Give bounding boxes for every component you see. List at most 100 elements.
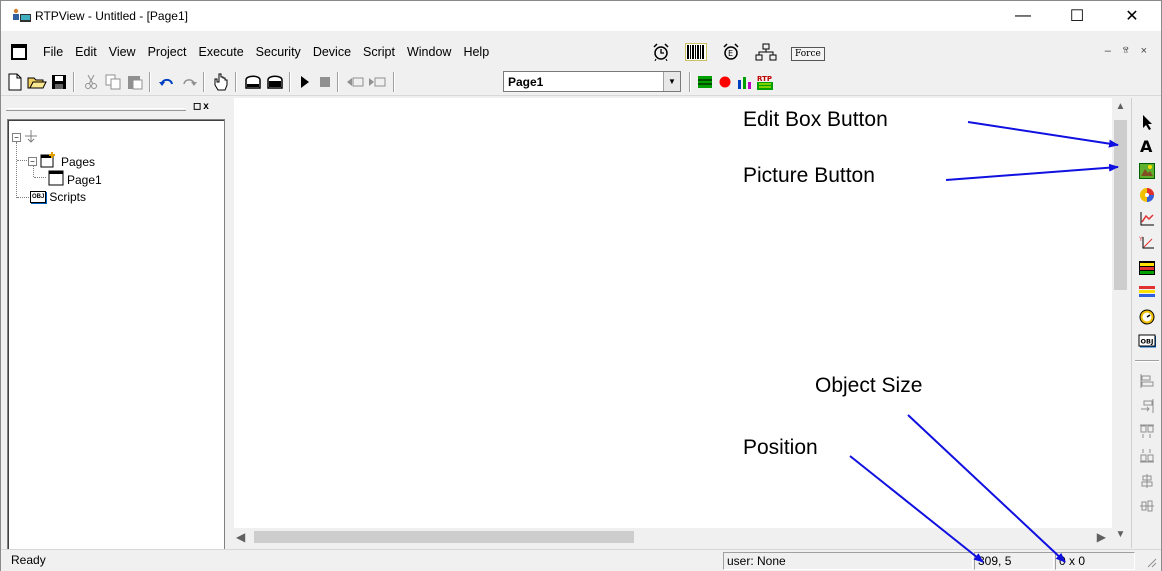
run-icon[interactable] [295,72,315,92]
toolbar-separator [235,72,237,92]
open-folder-icon[interactable] [27,72,47,92]
tree-pane-header: ◻x [6,101,226,117]
save-icon[interactable] [49,72,69,92]
align-left-icon[interactable] [1136,370,1158,392]
palette-separator [1135,360,1159,362]
color-wheel-icon[interactable] [1136,184,1158,206]
menu-edit[interactable]: Edit [69,45,103,59]
toolbar-separator [393,72,395,92]
scroll-up-icon[interactable]: ▲ [1112,98,1129,115]
picture-icon[interactable] [1136,160,1158,182]
menu-help[interactable]: Help [457,45,495,59]
alarm-clock-icon[interactable] [651,43,671,64]
tree-label-scripts: Scripts [49,190,87,204]
gauge-icon[interactable] [1136,306,1158,328]
collapse-icon[interactable]: − [12,133,21,142]
scroll-left-icon[interactable]: ◀ [236,528,245,546]
align-right-icon[interactable] [1136,395,1158,417]
tree-root[interactable]: − [12,129,38,146]
rtpview-app-icon [11,8,31,24]
network-icon[interactable] [755,43,777,64]
resize-grip-icon[interactable] [1145,556,1157,571]
minimize-icon: — [1015,7,1031,24]
align-bottom-icon[interactable] [1136,445,1158,467]
maximize-button[interactable]: ☐ [1054,1,1100,31]
toolbar-separator [203,72,205,92]
bar-chart-icon[interactable] [735,72,755,92]
tree-node-pages[interactable]: − Pages [28,152,95,171]
status-object-size: 0 x 0 [1055,552,1135,570]
document-window-icon[interactable] [11,44,27,60]
copy-icon[interactable] [103,72,123,92]
prev-page-icon[interactable] [345,72,365,92]
scroll-right-icon[interactable]: ▶ [1097,528,1106,546]
object-icon[interactable]: OBJ [1136,330,1158,352]
next-page-icon[interactable] [367,72,387,92]
redo-icon[interactable] [179,72,199,92]
page-selector[interactable]: Page1 ▼ [503,71,681,92]
trend-chart-icon[interactable] [1136,208,1158,230]
horizontal-scrollbar[interactable]: ◀ ▶ [234,528,1112,546]
menu-view[interactable]: View [103,45,142,59]
toolbar: Page1 ▼ RTP [1,68,1161,96]
pane-controls[interactable]: ◻x [193,101,211,112]
mdi-close-icon[interactable]: × [1141,45,1147,58]
horizontal-scroll-thumb[interactable] [254,531,634,543]
chevron-down-icon[interactable]: ▼ [663,72,680,91]
level-bars-icon[interactable] [1136,281,1158,303]
page-canvas[interactable] [234,98,1112,528]
mdi-restore-icon[interactable]: ⱄ [1123,45,1129,58]
event-clock-icon[interactable]: E [721,43,741,64]
close-icon: ✕ [1125,8,1139,25]
tree-node-scripts[interactable]: OBJ Scripts [30,190,86,204]
menu-window[interactable]: Window [401,45,457,59]
title-bar: RTPView - Untitled - [Page1] — ☐ ✕ [1,1,1161,31]
status-user: user: None [723,552,973,570]
menu-security[interactable]: Security [250,45,307,59]
grid-icon[interactable] [695,72,715,92]
status-position: 309, 5 [974,552,1054,570]
stop-icon[interactable] [315,72,335,92]
minimize-button[interactable]: — [1000,1,1046,31]
collapse-icon[interactable]: − [28,157,37,166]
record-icon[interactable] [715,72,735,92]
mdi-minimize-icon[interactable]: – [1105,45,1111,58]
undo-icon[interactable] [157,72,177,92]
barcode-icon[interactable] [685,43,707,64]
annotation-edit-box-button: Edit Box Button [743,108,888,131]
root-node-icon [24,129,38,146]
menu-bar: File Edit View Project Execute Security … [1,41,1161,63]
upload-icon[interactable] [243,72,263,92]
page-icon [48,170,64,189]
close-button[interactable]: ✕ [1109,1,1155,31]
center-vertical-icon[interactable] [1136,495,1158,517]
toolbar-separator [149,72,151,92]
vertical-scrollbar[interactable]: ▲ ▼ [1112,98,1129,546]
tree-node-page1[interactable]: Page1 [48,170,102,189]
bar-meter-icon[interactable] [1136,257,1158,279]
pane-grip[interactable] [6,108,186,111]
center-horizontal-icon[interactable] [1136,470,1158,492]
scroll-down-icon[interactable]: ▼ [1112,526,1129,543]
menu-device[interactable]: Device [307,45,357,59]
tree-connector [16,142,17,198]
menu-script[interactable]: Script [357,45,401,59]
mdi-controls: – ⱄ × [1105,45,1147,58]
text-icon[interactable]: A [1136,135,1158,157]
vertical-scroll-thumb[interactable] [1114,120,1127,290]
force-button[interactable]: Force [791,46,825,61]
align-top-icon[interactable] [1136,420,1158,442]
pointer-hand-icon[interactable] [211,72,231,92]
toolbar-separator [689,72,691,92]
menu-project[interactable]: Project [142,45,193,59]
cut-icon[interactable] [81,72,101,92]
menu-file[interactable]: File [37,45,69,59]
paste-icon[interactable] [125,72,145,92]
xy-plot-icon[interactable]: Y [1136,232,1158,254]
download-icon[interactable] [265,72,285,92]
rtp-logo-icon[interactable]: RTP [755,72,775,92]
select-arrow-icon[interactable] [1136,111,1158,133]
pages-folder-icon [40,152,58,171]
menu-execute[interactable]: Execute [192,45,249,59]
new-file-icon[interactable] [5,72,25,92]
